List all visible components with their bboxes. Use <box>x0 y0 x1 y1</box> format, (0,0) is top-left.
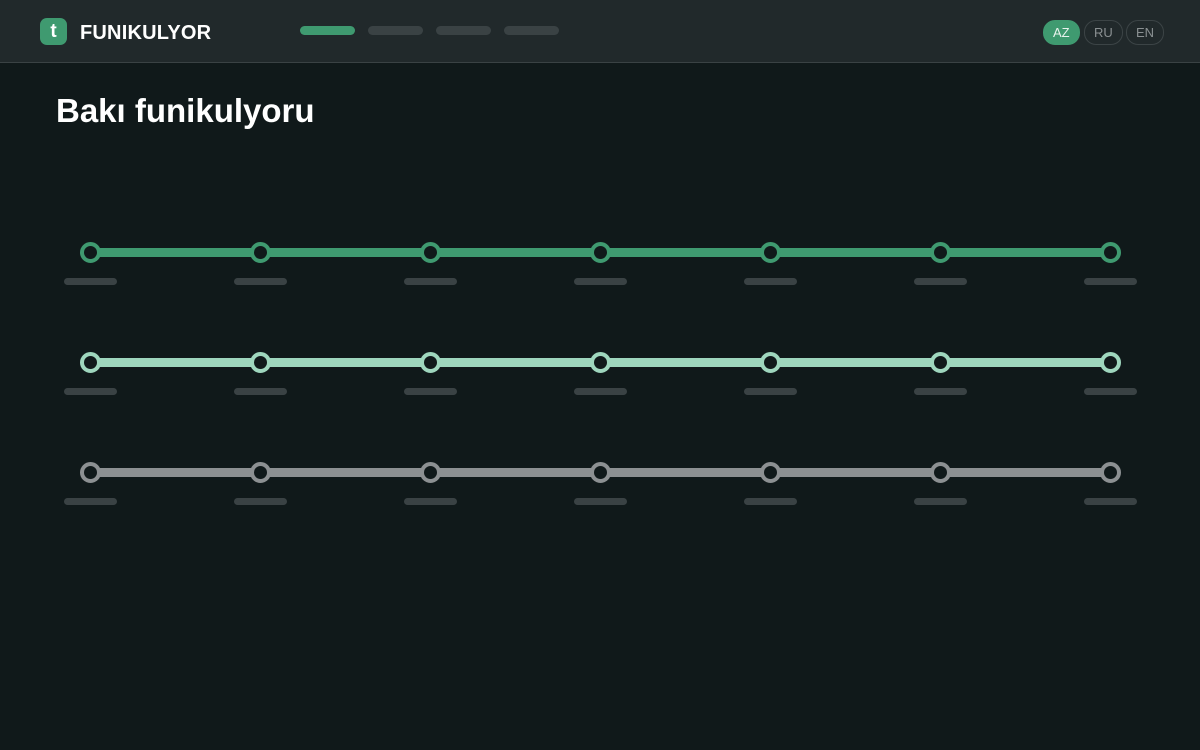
station-marker[interactable] <box>419 351 441 373</box>
station-label-placeholder <box>574 388 627 395</box>
station-label-placeholder <box>744 498 797 505</box>
station-label-placeholder <box>1084 388 1137 395</box>
station-marker[interactable] <box>589 241 611 263</box>
station-marker[interactable] <box>759 351 781 373</box>
line-2 <box>0 351 1200 402</box>
station-label-placeholder <box>574 498 627 505</box>
station-marker[interactable] <box>929 461 951 483</box>
station-marker[interactable] <box>589 461 611 483</box>
station-label-placeholder <box>404 388 457 395</box>
station-label-placeholder <box>744 388 797 395</box>
station-marker[interactable] <box>79 241 101 263</box>
station-marker[interactable] <box>1099 461 1121 483</box>
station-label-placeholder <box>914 498 967 505</box>
station-label-placeholder <box>64 498 117 505</box>
station-marker[interactable] <box>249 351 271 373</box>
top-bar: t FUNIKULYOR AZ RU EN <box>0 0 1200 63</box>
brand-name[interactable]: FUNIKULYOR <box>80 22 211 45</box>
station-marker[interactable] <box>249 461 271 483</box>
nav-item-4[interactable] <box>504 26 559 35</box>
station-marker[interactable] <box>79 351 101 373</box>
station-marker[interactable] <box>1099 241 1121 263</box>
station-label-placeholder <box>744 278 797 285</box>
station-marker[interactable] <box>759 461 781 483</box>
station-label-placeholder <box>404 498 457 505</box>
language-ru-button[interactable]: RU <box>1084 20 1123 45</box>
station-marker[interactable] <box>249 241 271 263</box>
nav-item-3[interactable] <box>436 26 491 35</box>
language-en-button[interactable]: EN <box>1126 20 1165 45</box>
station-marker[interactable] <box>759 241 781 263</box>
station-marker[interactable] <box>589 351 611 373</box>
logo-icon[interactable]: t <box>40 18 67 45</box>
line-1 <box>0 241 1200 292</box>
station-label-placeholder <box>234 388 287 395</box>
station-label-placeholder <box>914 278 967 285</box>
station-label-placeholder <box>574 278 627 285</box>
station-marker[interactable] <box>929 351 951 373</box>
nav-item-1[interactable] <box>300 26 355 35</box>
station-label-placeholder <box>64 278 117 285</box>
line-3 <box>0 461 1200 512</box>
station-marker[interactable] <box>79 461 101 483</box>
station-marker[interactable] <box>419 461 441 483</box>
station-marker[interactable] <box>929 241 951 263</box>
language-az-button[interactable]: AZ <box>1043 20 1080 45</box>
station-marker[interactable] <box>1099 351 1121 373</box>
station-label-placeholder <box>1084 278 1137 285</box>
nav-item-2[interactable] <box>368 26 423 35</box>
station-label-placeholder <box>914 388 967 395</box>
station-marker[interactable] <box>419 241 441 263</box>
page-title: Bakı funikulyoru <box>56 92 315 129</box>
station-label-placeholder <box>404 278 457 285</box>
station-label-placeholder <box>1084 498 1137 505</box>
station-label-placeholder <box>64 388 117 395</box>
station-label-placeholder <box>234 278 287 285</box>
station-label-placeholder <box>234 498 287 505</box>
